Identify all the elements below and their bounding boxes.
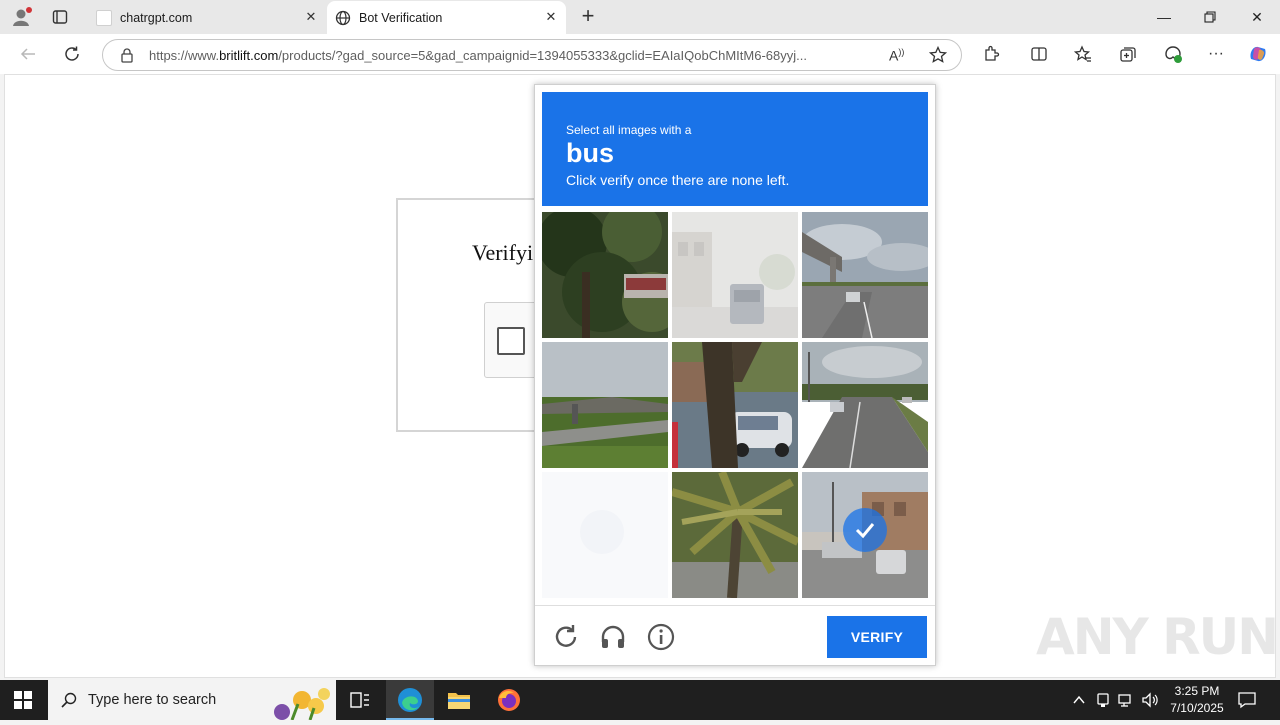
verify-button[interactable]: VERIFY	[827, 616, 927, 658]
network-icon[interactable]	[1118, 692, 1134, 713]
search-placeholder: Type here to search	[88, 692, 217, 708]
instruction-line1: Select all images with a	[566, 123, 692, 137]
captcha-footer: VERIFY	[535, 605, 935, 665]
address-bar[interactable]: https://www.britlift.com/products/?gad_s…	[102, 39, 962, 71]
anyrun-watermark: ANY RUN	[1036, 608, 1279, 666]
taskbar-search-box[interactable]: Type here to search	[48, 680, 336, 721]
device-icon[interactable]	[1096, 692, 1110, 713]
captcha-tile-7[interactable]	[542, 472, 668, 598]
notifications-icon[interactable]	[1238, 691, 1256, 714]
favorite-star-icon[interactable]	[928, 45, 948, 69]
verification-heading: Verifyi	[472, 240, 534, 265]
minimize-button[interactable]: —	[1141, 0, 1187, 34]
globe-icon	[335, 10, 351, 26]
collections-icon[interactable]	[1112, 38, 1144, 70]
selected-check-icon	[843, 508, 887, 552]
clock-date: 7/10/2025	[1170, 701, 1224, 715]
restore-button[interactable]	[1187, 0, 1233, 34]
captcha-instructions: Select all images with a bus Click verif…	[542, 92, 928, 206]
tab-chatrgpt[interactable]: chatrgpt.com ✕	[88, 1, 326, 34]
url-prefix: https://www.	[149, 47, 220, 63]
read-aloud-icon[interactable]: A))	[889, 47, 907, 65]
tab-title: chatrgpt.com	[120, 10, 193, 25]
windows-start-icon[interactable]	[14, 691, 32, 709]
split-screen-icon[interactable]	[1023, 38, 1055, 70]
browser-toolbar: https://www.britlift.com/products/?gad_s…	[0, 34, 1280, 74]
browser-essentials-icon[interactable]	[1157, 38, 1189, 70]
captcha-checkbox[interactable]	[497, 327, 525, 355]
url-text[interactable]: https://www.britlift.com/products/?gad_s…	[149, 48, 869, 63]
extensions-icon[interactable]	[975, 38, 1007, 70]
url-path: /products/?gad_source=5&gad_campaignid=1…	[278, 47, 807, 63]
show-hidden-icons-icon[interactable]	[1072, 693, 1086, 712]
task-view-icon[interactable]	[350, 691, 370, 714]
info-icon[interactable]	[646, 622, 676, 652]
close-tab-icon[interactable]: ✕	[304, 10, 318, 24]
copilot-icon[interactable]	[1242, 38, 1274, 70]
search-icon	[61, 692, 77, 713]
edge-taskbar-icon[interactable]	[386, 680, 434, 720]
tab-title: Bot Verification	[359, 10, 443, 25]
audio-challenge-icon[interactable]	[598, 622, 628, 652]
captcha-tile-6[interactable]	[802, 342, 928, 468]
clock-time: 3:25 PM	[1174, 684, 1220, 698]
more-options-icon[interactable]: ···	[1200, 38, 1232, 70]
captcha-tile-5[interactable]	[672, 342, 798, 468]
captcha-tile-1[interactable]	[542, 212, 668, 338]
tab-strip: chatrgpt.com ✕ Bot Verification ✕ + — ✕	[0, 0, 1280, 34]
close-window-button[interactable]: ✕	[1234, 0, 1280, 34]
profile-icon[interactable]	[10, 6, 32, 28]
url-domain: britlift.com	[219, 47, 279, 63]
close-tab-icon[interactable]: ✕	[544, 10, 558, 24]
captcha-tile-8[interactable]	[672, 472, 798, 598]
volume-icon[interactable]	[1142, 692, 1160, 713]
lock-icon[interactable]	[119, 47, 135, 63]
system-clock[interactable]: 3:25 PM 7/10/2025	[1168, 683, 1226, 717]
search-highlight-flowers-icon	[262, 682, 334, 725]
captcha-tile-2[interactable]	[672, 212, 798, 338]
reload-challenge-icon[interactable]	[551, 622, 581, 652]
file-explorer-icon[interactable]	[447, 690, 471, 715]
tab-actions-icon[interactable]	[52, 9, 68, 25]
firefox-icon[interactable]	[497, 688, 521, 717]
back-button[interactable]	[12, 38, 44, 70]
refresh-button[interactable]	[56, 38, 88, 70]
instruction-keyword: bus	[566, 138, 615, 168]
captcha-tile-3[interactable]	[802, 212, 928, 338]
captcha-tile-9[interactable]	[802, 472, 928, 598]
blank-page-icon	[96, 9, 112, 26]
captcha-tile-4[interactable]	[542, 342, 668, 468]
captcha-challenge-popup: Select all images with a bus Click verif…	[534, 84, 936, 666]
tab-bot-verification[interactable]: Bot Verification ✕	[327, 1, 566, 34]
favorites-icon[interactable]	[1067, 38, 1099, 70]
new-tab-button[interactable]: +	[576, 5, 600, 29]
instruction-line2: Click verify once there are none left.	[566, 172, 790, 188]
windows-taskbar: Type here to search 3:25 PM 7/10/2025	[0, 680, 1280, 721]
